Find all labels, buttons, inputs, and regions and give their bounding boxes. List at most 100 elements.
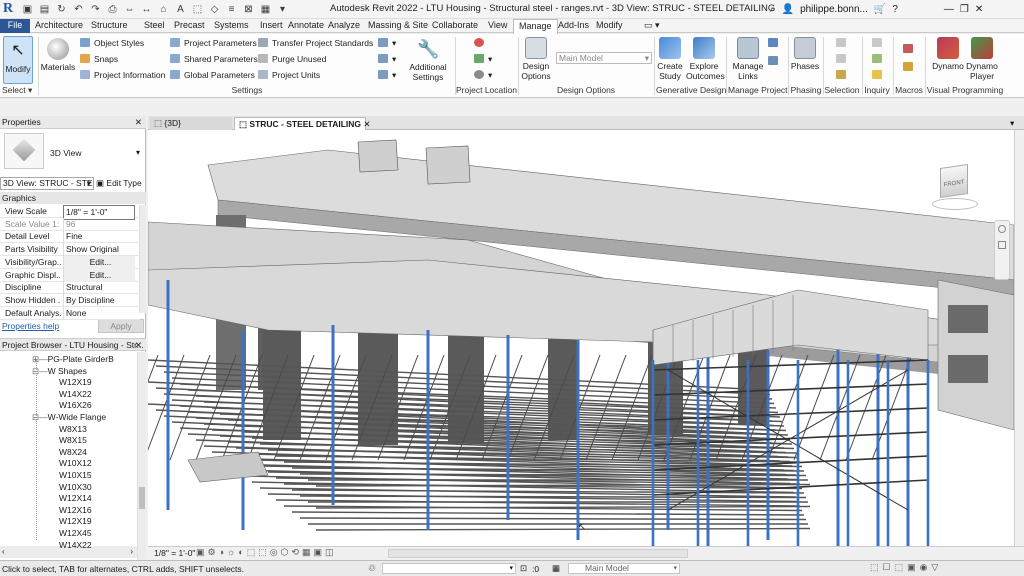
filter-icon[interactable]: ⊡ — [520, 563, 527, 574]
view-scale[interactable]: 1/8" = 1'-0" — [154, 548, 195, 558]
property-value[interactable]: Fine — [63, 230, 135, 244]
view-control-icons[interactable]: ▣⚙◑☼◐⬚⬚◎⬡⟲▦▣◫ — [196, 547, 336, 558]
edit-type-button[interactable]: ▣ Edit Type — [96, 177, 142, 190]
browser-item[interactable]: W16X26 — [59, 400, 92, 412]
tab-precast[interactable]: Precast — [169, 19, 210, 33]
macro-security-button[interactable] — [903, 62, 917, 73]
text-icon[interactable]: A — [173, 2, 188, 17]
edit-selection-button[interactable] — [836, 70, 850, 81]
property-row[interactable]: Discipline Structural — [0, 281, 140, 295]
instance-selector[interactable]: 3D View: STRUC - STEE ▾ — [0, 177, 94, 190]
browser-item[interactable]: W14X22 — [59, 389, 92, 401]
roof-box[interactable] — [357, 139, 399, 173]
footing[interactable] — [187, 451, 269, 483]
structural-model[interactable] — [148, 130, 1014, 546]
properties-help-link[interactable]: Properties help — [2, 321, 59, 331]
zoom-icon[interactable] — [998, 241, 1006, 249]
position-button[interactable]: ▾ — [474, 70, 492, 81]
measure-icon[interactable]: ⇔ — [122, 2, 137, 17]
contextual-menu-icon[interactable]: ▭ ▾ — [639, 19, 665, 33]
additional-settings-button[interactable]: 🔧 Additional Settings — [404, 38, 452, 82]
explore-outcomes-button[interactable]: Explore Outcomes — [686, 37, 725, 81]
dimension-icon[interactable]: ↔ — [139, 2, 154, 17]
dynamo-player-button[interactable]: Dynamo Player — [964, 37, 1000, 81]
viewport-vscrollbar[interactable] — [1014, 130, 1024, 546]
property-value[interactable]: None — [63, 306, 135, 320]
tab-steel-detailing[interactable]: ⬚ STRUC - STEEL DETAILING ✕ — [234, 117, 371, 130]
property-value[interactable]: 96 — [63, 217, 135, 231]
viewcube-face[interactable]: FRONT — [940, 164, 968, 198]
macro-manager-button[interactable] — [903, 44, 917, 55]
select-panel-label[interactable]: Select ▾ — [2, 85, 38, 96]
thin-lines-icon[interactable]: ≡ — [224, 2, 239, 17]
manage-images-button[interactable] — [768, 38, 782, 49]
navigation-bar[interactable] — [994, 220, 1010, 280]
workset-select[interactable]: ▾ — [382, 563, 516, 574]
modify-tool[interactable]: ↖ Modify — [3, 40, 33, 74]
browser-scrollbar[interactable] — [137, 352, 146, 560]
close-icon[interactable]: ✕ — [975, 4, 983, 15]
editable-only-icon[interactable]: ▦ — [552, 563, 560, 574]
tab-analyze[interactable]: Analyze — [323, 19, 365, 33]
steel-beam[interactable] — [299, 517, 807, 521]
tab-collaborate[interactable]: Collaborate — [427, 19, 483, 33]
project-units-button[interactable]: Project Units — [258, 70, 320, 81]
collapse-icon[interactable]: ⊟— — [32, 412, 48, 422]
viewcube[interactable]: FRONT — [928, 162, 980, 210]
switch-windows-icon[interactable]: ▦ — [258, 2, 273, 17]
browser-item[interactable]: W12X14 — [59, 493, 92, 505]
tab-structure[interactable]: Structure — [86, 19, 133, 33]
dynamo-button[interactable]: Dynamo — [930, 37, 966, 71]
property-value[interactable]: Structural — [63, 281, 135, 295]
expand-icon[interactable]: ⊞— — [32, 354, 48, 364]
selection-options-icons[interactable]: ⬚☐⬚▣◉▽ — [870, 562, 942, 573]
property-row[interactable]: Default Analys... None — [0, 306, 140, 320]
undo-icon[interactable]: ↶ — [71, 2, 86, 17]
starting-view-button[interactable] — [768, 56, 782, 67]
load-selection-button[interactable] — [836, 54, 850, 65]
apply-button[interactable]: Apply — [98, 319, 144, 333]
property-row[interactable]: Visibility/Grap... Edit... — [0, 255, 140, 269]
browser-item[interactable]: W8X13 — [59, 424, 87, 436]
coordinates-button[interactable]: ▾ — [474, 54, 492, 65]
browser-item[interactable]: W12X19 — [59, 516, 92, 528]
browser-scroll-thumb[interactable] — [139, 487, 145, 509]
global-parameters-button[interactable]: Global Parameters — [170, 70, 255, 81]
tab-modify[interactable]: Modify — [591, 19, 628, 33]
section-icon[interactable]: ◇ — [207, 2, 222, 17]
worksharing-icon[interactable]: ♲ — [368, 563, 376, 574]
property-row[interactable]: Detail Level Fine — [0, 230, 140, 244]
design-options-button[interactable]: Design Options — [520, 37, 552, 81]
project-information-button[interactable]: Project Information — [80, 70, 165, 81]
viewcube-compass[interactable] — [932, 198, 978, 210]
browser-item[interactable]: ⊟—W Shapes — [32, 366, 87, 378]
tab-menu-icon[interactable]: ▾ — [1006, 117, 1020, 130]
save-icon[interactable]: ▤ — [37, 2, 52, 17]
3d-view-icon[interactable]: ⬚ — [190, 2, 205, 17]
steel-girder[interactable] — [148, 354, 185, 460]
steering-wheel-icon[interactable] — [998, 225, 1006, 233]
tag-icon[interactable]: ⌂ — [156, 2, 171, 17]
property-row[interactable]: Show Hidden ... By Discipline — [0, 293, 140, 307]
3d-viewport[interactable]: FRONT ↖ — [148, 130, 1014, 546]
create-study-button[interactable]: Create Study — [656, 37, 684, 81]
viewport-hscrollbar[interactable] — [388, 549, 688, 558]
close-icon[interactable]: ✕ — [135, 116, 142, 129]
user-name[interactable]: philippe.bonn... — [800, 4, 868, 15]
binoculars-icon[interactable]: ⌕ — [770, 4, 776, 15]
steel-girder[interactable] — [819, 354, 861, 461]
scroll-right-icon[interactable]: › — [130, 546, 133, 558]
browser-item[interactable]: W8X15 — [59, 435, 87, 447]
sync-icon[interactable]: ↻ — [54, 2, 69, 17]
tab-architecture[interactable]: Architecture — [30, 19, 88, 33]
phases-button[interactable]: Phases — [790, 37, 820, 71]
user-icon[interactable]: 👤 — [782, 4, 794, 15]
property-row[interactable]: Graphic Displ... Edit... — [0, 268, 140, 282]
project-parameters-button[interactable]: Project Parameters — [170, 38, 257, 49]
minimize-icon[interactable]: — — [944, 4, 954, 15]
manage-links-button[interactable]: Manage Links — [732, 37, 764, 81]
steel-beam[interactable] — [291, 511, 805, 516]
tab-file[interactable]: File — [0, 19, 30, 33]
chevron-down-icon[interactable]: ▾ — [136, 148, 140, 157]
window-opening[interactable] — [948, 305, 988, 333]
